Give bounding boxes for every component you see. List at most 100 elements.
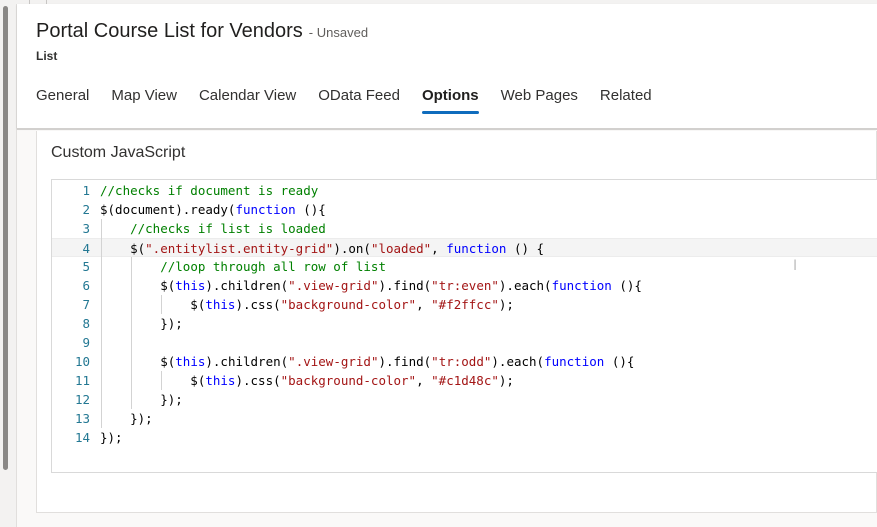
code-line[interactable]: 7 $(this).css("background-color", "#f2ff… [52,295,877,314]
tab-web-pages[interactable]: Web Pages [501,82,578,114]
code-token: ).css( [235,297,281,312]
code-token: ).each( [498,278,552,293]
code-text: }); [100,390,183,409]
tab-calendar-view[interactable]: Calendar View [199,82,296,114]
code-token: ).on( [333,241,371,256]
code-token: (){ [604,354,635,369]
code-token: }); [100,316,183,331]
code-token: ".view-grid" [288,278,379,293]
line-number: 8 [82,316,90,331]
code-token: "tr:even" [431,278,499,293]
code-token: function [551,278,612,293]
code-text: $(this).children(".view-grid").find("tr:… [100,276,642,295]
code-token: //loop through all row of list [160,259,386,274]
code-line[interactable]: 12 }); [52,390,877,409]
code-token: this [175,354,206,369]
code-line[interactable]: 1 //checks if document is ready [52,181,877,200]
line-number: 6 [82,278,90,293]
code-token: () { [506,241,545,256]
code-token: "background-color" [280,297,417,312]
code-token: function [446,241,507,256]
line-number: 10 [74,354,90,369]
line-number: 3 [82,221,90,236]
code-line[interactable]: 11 $(this).css("background-color", "#c1d… [52,371,877,390]
code-token: (){ [611,278,642,293]
code-text: $(document).ready(function (){ [100,200,326,219]
code-token: }); [100,392,183,407]
code-text: $(this).children(".view-grid").find("tr:… [100,352,634,371]
code-token: this [205,297,236,312]
scrollbar-thumb[interactable] [3,6,8,470]
code-token: ); [498,297,514,312]
line-number: 2 [82,202,90,217]
code-text: //checks if list is loaded [100,219,326,238]
code-token: //checks if document is ready [100,183,319,198]
code-line[interactable]: 4 $(".entitylist.entity-grid").on("loade… [52,238,877,257]
code-token: "#c1d48c" [431,373,499,388]
code-token: "tr:odd" [431,354,492,369]
tab-map-view[interactable]: Map View [111,82,177,114]
code-text: //loop through all row of list [100,257,386,276]
header-divider [17,128,877,130]
code-token: $( [100,297,206,312]
line-number: 12 [74,392,90,407]
indent-guide [161,371,163,390]
line-number: 9 [82,335,90,350]
code-token: , [431,241,447,256]
code-token: this [205,373,236,388]
code-line[interactable]: 9 [52,333,877,352]
code-editor[interactable]: I 1//checks if document is ready 2 $(docum… [51,179,877,473]
code-token: "loaded" [370,241,432,256]
code-line[interactable]: 14}); [52,428,877,447]
code-token: ).children( [205,278,289,293]
indent-guide [161,295,163,314]
code-token: function [235,202,296,217]
tab-odata-feed[interactable]: OData Feed [318,82,400,114]
left-scrollbar[interactable] [0,0,17,527]
code-token: ).find( [378,278,432,293]
code-token: $( [100,373,206,388]
code-text: }); [100,428,123,447]
title-row: Portal Course List for Vendors - Unsaved [36,20,368,43]
code-text: }); [100,409,153,428]
code-token: //checks if list is loaded [130,221,326,236]
code-line[interactable]: 13 }); [52,409,877,428]
tab-general[interactable]: General [36,82,89,114]
tab-related[interactable]: Related [600,82,652,114]
code-token: ).find( [378,354,432,369]
indent-guide [131,257,133,409]
section-title: Custom JavaScript [51,144,186,161]
indent-guide [101,219,102,428]
custom-javascript-section: Custom JavaScript I 1//checks if documen… [36,131,877,513]
code-line[interactable]: 10 $(this).children(".view-grid").find("… [52,352,877,371]
line-number: 11 [74,373,90,388]
code-line[interactable]: 8 }); [52,314,877,333]
code-token: ); [498,373,514,388]
code-token: ).children( [205,354,289,369]
tab-list: General Map View Calendar View OData Fee… [36,82,674,114]
code-token: this [175,278,206,293]
code-line[interactable]: 3 //checks if list is loaded [52,219,877,238]
line-number: 7 [82,297,90,312]
tab-options[interactable]: Options [421,82,479,114]
code-token: "background-color" [280,373,417,388]
line-number: 14 [74,430,90,445]
code-token: $( [100,278,176,293]
code-token: }); [100,430,123,445]
code-text: //checks if document is ready [100,181,318,200]
line-number: 5 [82,259,90,274]
line-number: 1 [82,183,90,198]
save-status: - Unsaved [308,25,369,40]
code-line[interactable]: 6 $(this).children(".view-grid").find("t… [52,276,877,295]
code-token: ".view-grid" [288,354,379,369]
code-token: ).each( [491,354,545,369]
code-token: , [416,373,432,388]
code-token: "#f2ffcc" [431,297,499,312]
code-line[interactable]: 5 //loop through all row of list [52,257,877,276]
code-token: $( [100,354,176,369]
code-token: function [544,354,605,369]
code-line[interactable]: 2 $(document).ready(function (){ [52,200,877,219]
entity-type-label: List [36,49,58,63]
